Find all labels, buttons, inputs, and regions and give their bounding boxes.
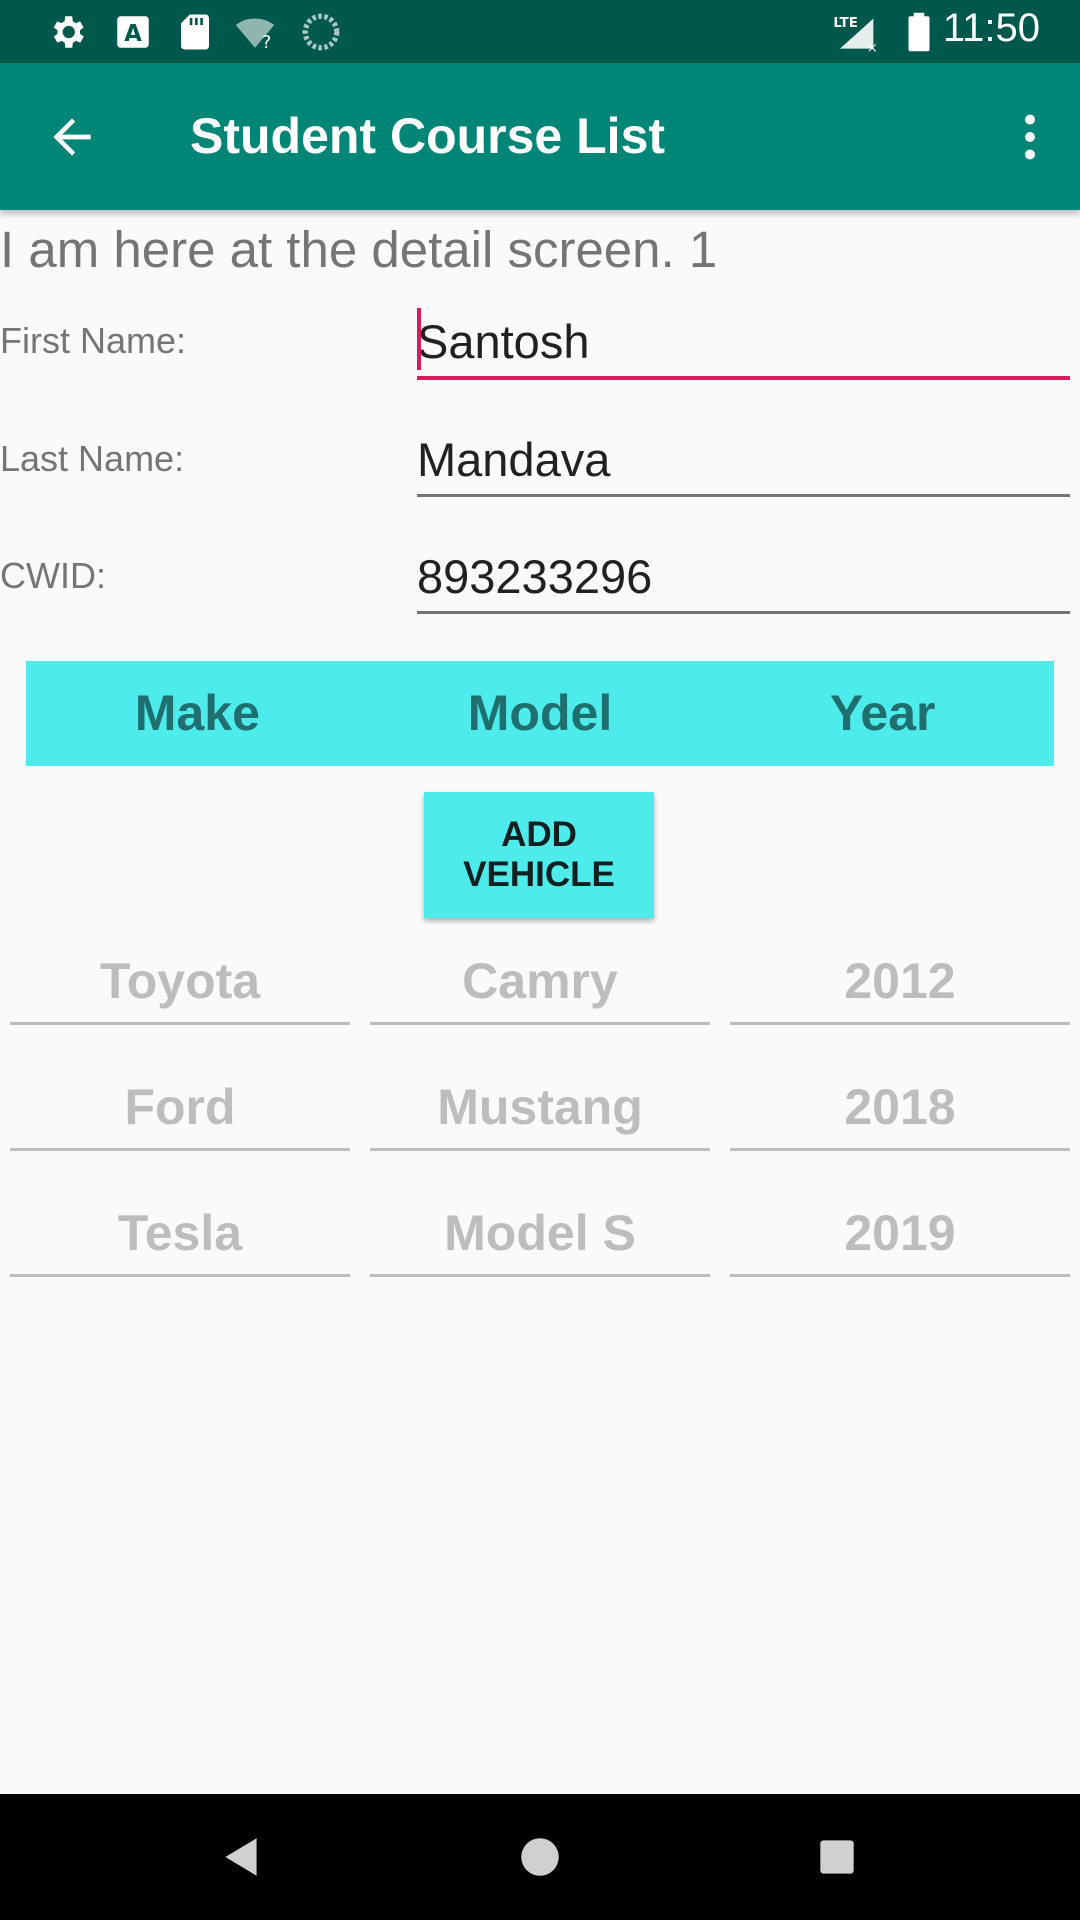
wifi-unknown-icon: ?: [235, 18, 275, 53]
vehicle-model-field[interactable]: Mustang: [370, 1066, 710, 1151]
vehicle-year-field[interactable]: 2019: [730, 1192, 1070, 1277]
first-name-field[interactable]: [417, 306, 1070, 380]
last-name-field[interactable]: [417, 424, 1070, 497]
vehicle-model-field[interactable]: Model S: [370, 1192, 710, 1277]
last-name-label: Last Name:: [0, 438, 185, 479]
vehicle-make-field[interactable]: Tesla: [10, 1192, 350, 1277]
header-model: Model: [467, 685, 613, 741]
lte-signal-icon: LTE ×: [833, 16, 878, 53]
vehicle-table-header: Make Model Year: [26, 661, 1054, 766]
text-cursor: [417, 308, 421, 370]
first-name-row: First Name:: [0, 300, 1080, 400]
navigation-bar: [0, 1794, 1080, 1920]
page-title: Student Course List: [190, 108, 666, 164]
vehicle-make-field[interactable]: Ford: [10, 1066, 350, 1151]
a-notification-icon: A: [117, 16, 149, 48]
vehicle-row: Toyota Camry 2012: [0, 940, 1080, 1050]
cwid-row: CWID:: [0, 535, 1080, 635]
svg-text:×: ×: [867, 41, 878, 53]
arrow-back-icon[interactable]: [44, 109, 100, 165]
back-triangle-icon[interactable]: [217, 1832, 267, 1882]
svg-text:?: ?: [262, 33, 271, 53]
sync-circle-icon: [302, 13, 340, 51]
first-name-label: First Name:: [0, 320, 187, 361]
app-bar: Student Course List: [0, 63, 1080, 210]
svg-text:A: A: [124, 21, 142, 47]
cwid-label: CWID:: [0, 555, 106, 596]
recents-square-icon[interactable]: [812, 1832, 862, 1882]
header-make: Make: [134, 685, 260, 741]
vehicle-year-field[interactable]: 2018: [730, 1066, 1070, 1151]
vehicle-model-field[interactable]: Camry: [370, 940, 710, 1025]
vehicle-make-field[interactable]: Toyota: [10, 940, 350, 1025]
status-bar: A ? LTE × 11:50: [0, 0, 1080, 63]
status-time: 11:50: [942, 6, 1040, 50]
vehicle-year-field[interactable]: 2012: [730, 940, 1070, 1025]
home-circle-icon[interactable]: [515, 1832, 565, 1882]
svg-text:LTE: LTE: [833, 16, 857, 31]
header-year: Year: [829, 685, 936, 741]
detail-message: I am here at the detail screen. 1: [0, 221, 718, 278]
add-vehicle-button[interactable]: ADD VEHICLE: [424, 792, 654, 918]
cwid-field[interactable]: [417, 541, 1070, 614]
battery-icon: [908, 12, 930, 52]
sd-card-icon: [181, 14, 209, 50]
last-name-row: Last Name:: [0, 418, 1080, 518]
more-vert-icon[interactable]: [1000, 107, 1060, 167]
vehicle-row: Ford Mustang 2018: [0, 1066, 1080, 1176]
settings-icon: [53, 16, 84, 48]
vehicle-row: Tesla Model S 2019: [0, 1192, 1080, 1302]
